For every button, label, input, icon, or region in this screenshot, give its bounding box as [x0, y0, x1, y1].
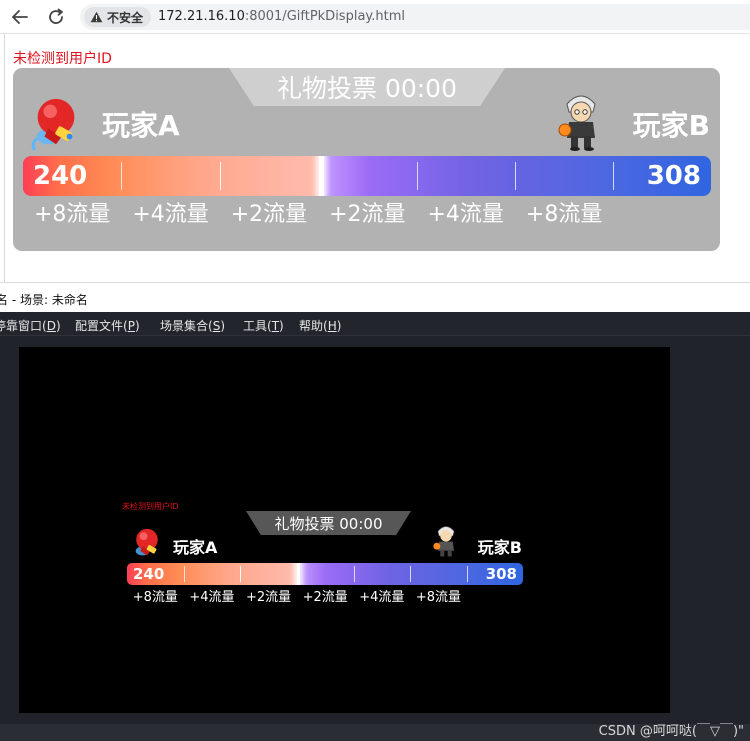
- bar-tick: [613, 162, 615, 190]
- reload-button[interactable]: [44, 5, 68, 29]
- multiplier-label: +2流量: [245, 590, 292, 605]
- multiplier-label: +4流量: [132, 202, 209, 227]
- browser-toolbar: 不安全 172.21.16.10:8001/GiftPkDisplay.html: [0, 0, 750, 34]
- obs-menubar: 停靠窗口(D) 配置文件(P) 场景集合(S) 工具(T) 帮助(H): [0, 312, 750, 336]
- score-divider: [319, 156, 325, 196]
- multiplier-row: +8流量 +4流量 +2流量 +2流量 +4流量 +8流量: [23, 196, 711, 228]
- bar-tick: [514, 162, 516, 190]
- score-a: 240: [33, 161, 88, 191]
- bar-tick: [121, 162, 123, 190]
- obs-title-bar: 名 - 场景: 未命名: [0, 282, 750, 312]
- score-b: 308: [646, 161, 701, 191]
- player-b-name: 玩家B: [632, 109, 710, 142]
- bar-tick: [416, 162, 418, 190]
- url-host: 172.21.16.10: [158, 9, 245, 24]
- cartoon-player-icon: [558, 95, 596, 151]
- pk-title: 礼物投票 00:00: [229, 68, 505, 106]
- gift-pk-widget: 礼物投票 00:00 玩家A 玩家B 240 308 +8流量 +4流量 +2流…: [13, 68, 720, 251]
- multiplier-label: +8流量: [415, 590, 462, 605]
- site-security-chip[interactable]: 不安全: [84, 7, 152, 27]
- player-a-name: 玩家A: [102, 109, 180, 142]
- multiplier-label: +8流量: [132, 590, 178, 605]
- bar-tick: [219, 162, 221, 190]
- preview-gift-pk-widget: 礼物投票 00:00 玩家A 玩家B 240 308 +8流量 +4流量 +2流…: [124, 511, 529, 613]
- bar-tick: [353, 566, 355, 582]
- obs-preview-canvas[interactable]: 未检测到用户ID 礼物投票 00:00 玩家A 玩家B 240 308 +8流量…: [19, 347, 670, 713]
- bar-tick: [183, 566, 185, 582]
- menu-item-p[interactable]: 配置文件(P): [75, 317, 140, 334]
- preview-score-bar: 240 308: [127, 563, 523, 585]
- score-bar: 240 308: [23, 156, 711, 196]
- boxing-glove-icon: [135, 528, 158, 556]
- multiplier-label: +4流量: [427, 202, 504, 227]
- multiplier-label: +4流量: [359, 590, 405, 605]
- preview-pk-title: 礼物投票 00:00: [246, 511, 411, 535]
- insecure-label: 不安全: [107, 10, 144, 25]
- boxing-glove-icon: [31, 98, 75, 151]
- url-text[interactable]: 172.21.16.10:8001/GiftPkDisplay.html: [158, 9, 405, 24]
- menu-item-d[interactable]: 停靠窗口(D): [0, 317, 61, 334]
- preview-score-a: 240: [133, 565, 165, 583]
- preview-multiplier-row: +8流量 +4流量 +2流量 +2流量 +4流量 +8流量: [127, 585, 523, 605]
- preview-score-b: 308: [485, 565, 517, 583]
- obs-window: 名 - 场景: 未命名 停靠窗口(D) 配置文件(P) 场景集合(S) 工具(T) 帮助…: [0, 282, 750, 741]
- obs-main: 未检测到用户ID 礼物投票 00:00 玩家A 玩家B 240 308 +8流量…: [0, 336, 750, 741]
- warning-triangle-icon: [90, 11, 103, 23]
- arrow-left-icon: [12, 10, 28, 24]
- status-message: 未检测到用户ID: [13, 51, 112, 67]
- preview-player-a-name: 玩家A: [173, 538, 218, 557]
- csdn-watermark: CSDN @呵呵哒(￣▽￣)": [598, 724, 744, 739]
- preview-player-b-name: 玩家B: [477, 538, 522, 557]
- url-path: :8001/GiftPkDisplay.html: [244, 9, 405, 24]
- bar-tick: [466, 566, 468, 582]
- bar-tick: [240, 566, 242, 582]
- multiplier-label: +2流量: [302, 590, 348, 605]
- cartoon-player-icon: [433, 526, 455, 557]
- back-button[interactable]: [8, 5, 32, 29]
- multiplier-label: +4流量: [189, 590, 235, 605]
- multiplier-label: +8流量: [525, 202, 603, 227]
- menu-item-t[interactable]: 工具(T): [243, 317, 284, 334]
- score-divider: [297, 563, 301, 585]
- web-page: 未检测到用户ID 礼物投票 00:00 玩家A 玩家B 240 308 +8流量…: [4, 34, 750, 282]
- bar-tick: [410, 566, 412, 582]
- multiplier-label: +2流量: [329, 202, 406, 227]
- reload-icon: [49, 8, 63, 24]
- multiplier-label: +2流量: [230, 202, 308, 227]
- address-bar[interactable]: 不安全 172.21.16.10:8001/GiftPkDisplay.html: [80, 4, 750, 30]
- menu-item-h[interactable]: 帮助(H): [299, 317, 341, 334]
- multiplier-label: +8流量: [33, 202, 111, 227]
- obs-title: 名 - 场景: 未命名: [0, 293, 88, 307]
- menu-item-s[interactable]: 场景集合(S): [160, 317, 225, 334]
